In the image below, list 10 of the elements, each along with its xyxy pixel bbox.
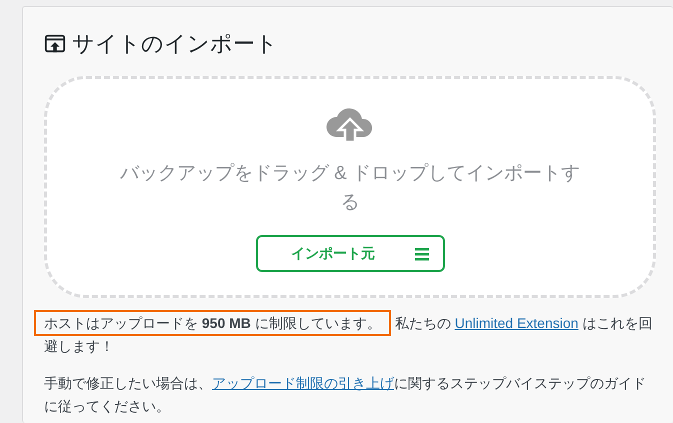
import-from-button[interactable]: インポート元 (256, 235, 444, 272)
import-upload-icon (44, 33, 66, 55)
panel-title: サイトのインポート (72, 30, 278, 58)
dropzone-text: バックアップをドラッグ & ドロップしてインポートする (118, 162, 582, 215)
menu-icon (415, 246, 429, 260)
notice-text: 手動で修正したい場合は、アップロード制限の引き上げに関するステップバイステップのガイドに従ってください。 (43, 374, 647, 416)
notice-link[interactable]: アップロード制限の引き上げ (212, 375, 394, 391)
notice-text: ホストはアップロードを 950 MB に制限しています。 私たちの Unlimited Extension はこれを回避します！ (32, 308, 658, 358)
dropzone[interactable]: バックアップをドラッグ & ドロップしてインポートする インポート元 (44, 76, 656, 298)
notice-link[interactable]: Unlimited Extension (454, 315, 578, 331)
